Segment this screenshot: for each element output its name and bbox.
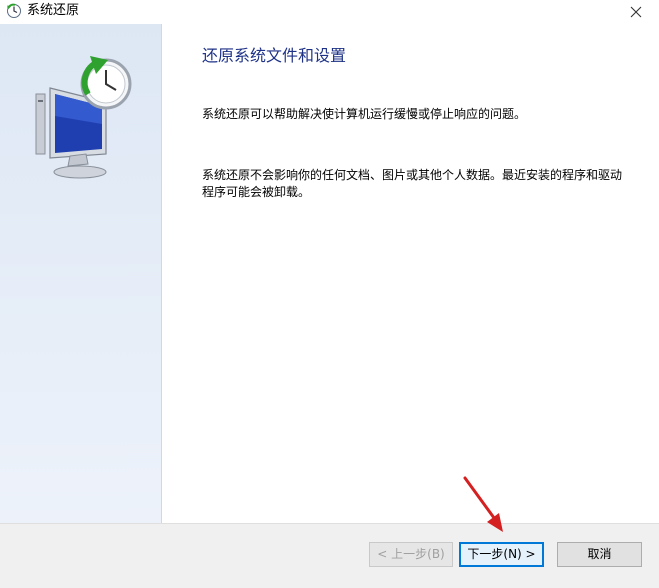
- note-text: 系统还原不会影响你的任何文档、图片或其他个人数据。最近安装的程序和驱动程序可能会…: [202, 168, 623, 199]
- page-title: 还原系统文件和设置: [202, 46, 347, 65]
- window-edge: [653, 24, 659, 524]
- close-button[interactable]: [613, 0, 659, 24]
- system-restore-window: 系统还原 还原系统文件和设置 系统还原可以帮助解决使计算机运行缓慢或停止响应的问…: [0, 0, 659, 588]
- back-button[interactable]: < 上一步(B): [369, 542, 453, 567]
- cancel-button[interactable]: 取消: [557, 542, 642, 567]
- close-icon: [630, 6, 642, 18]
- wizard-sidebar: [0, 24, 162, 523]
- button-bar: < 上一步(B) 下一步(N) > 取消: [0, 523, 659, 588]
- title-bar: 系统还原: [0, 0, 659, 24]
- system-restore-icon: [6, 3, 22, 19]
- wizard-content: 还原系统文件和设置 系统还原可以帮助解决使计算机运行缓慢或停止响应的问题。 系统…: [162, 24, 653, 523]
- window-title: 系统还原: [27, 3, 80, 18]
- description-text: 系统还原可以帮助解决使计算机运行缓慢或停止响应的问题。: [202, 107, 527, 121]
- system-restore-monitor-clock-icon: [35, 56, 132, 179]
- next-button[interactable]: 下一步(N) >: [459, 542, 544, 567]
